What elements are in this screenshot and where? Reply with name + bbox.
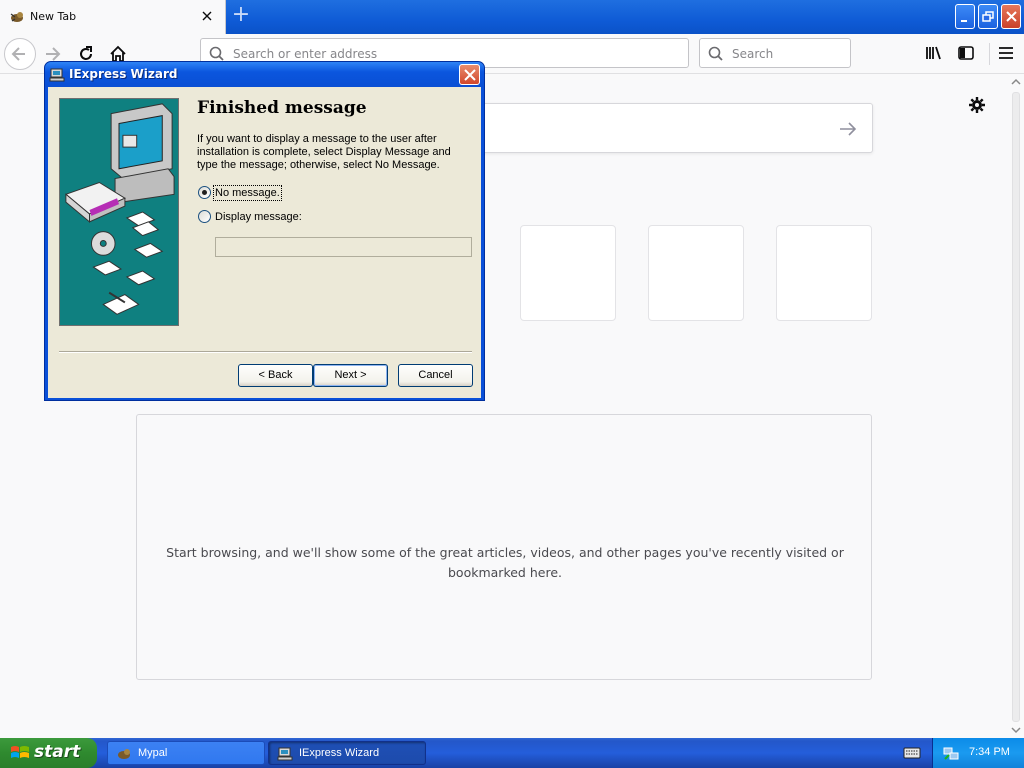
back-button[interactable] (4, 38, 36, 70)
tab-title: New Tab (30, 10, 77, 23)
no-message-label[interactable]: No message. (213, 185, 282, 201)
dialog-titlebar[interactable]: IExpress Wizard (45, 62, 484, 87)
display-message-radio[interactable] (198, 210, 211, 223)
taskbar-item-label: IExpress Wizard (299, 747, 380, 759)
top-site-tile[interactable] (776, 225, 872, 321)
vertical-scrollbar[interactable] (1008, 74, 1024, 738)
dialog-close-button[interactable] (459, 64, 480, 85)
library-icon[interactable] (925, 44, 943, 62)
restore-button[interactable] (978, 4, 998, 29)
search-bar-placeholder: Search (732, 47, 774, 61)
iexpress-icon (49, 68, 65, 82)
close-icon (464, 69, 476, 81)
iexpress-wizard-dialog: IExpress Wizard Finished message If you … (44, 61, 485, 401)
iexpress-icon (277, 747, 293, 761)
wizard-heading: Finished message (197, 98, 367, 118)
next-button[interactable]: Next > (313, 364, 388, 387)
wizard-description: If you want to display a message to the … (197, 133, 451, 171)
window-close-button[interactable] (1001, 4, 1021, 29)
dialog-separator (59, 351, 472, 353)
message-text-field[interactable] (215, 237, 472, 257)
highlights-empty-message: Start browsing, and we'll show some of t… (166, 545, 844, 580)
taskbar-item-iexpress-wizard[interactable]: IExpress Wizard (268, 741, 426, 765)
toolbar-separator (989, 43, 990, 65)
search-icon (209, 46, 224, 61)
display-message-label[interactable]: Display message: (215, 211, 302, 223)
top-site-tile[interactable] (648, 225, 744, 321)
scrollbar-thumb[interactable] (1012, 92, 1020, 722)
gear-icon[interactable] (968, 96, 986, 114)
cancel-button[interactable]: Cancel (398, 364, 473, 387)
arrow-right-icon[interactable] (838, 119, 858, 139)
keyboard-icon[interactable] (903, 746, 921, 760)
restore-icon (982, 11, 994, 22)
new-tab-button[interactable]: + (230, 4, 252, 27)
minimize-button[interactable] (955, 4, 975, 29)
taskbar-item-label: Mypal (138, 747, 168, 759)
start-button[interactable]: start (0, 738, 97, 768)
network-icon[interactable] (943, 745, 959, 761)
hamburger-menu-icon[interactable] (997, 44, 1015, 62)
dialog-body: Finished message If you want to display … (48, 87, 481, 398)
taskbar-item-mypal[interactable]: Mypal (107, 741, 265, 765)
back-arrow-icon (11, 47, 25, 61)
system-tray: 7:34 PM (932, 738, 1024, 768)
highlights-section: Start browsing, and we'll show some of t… (136, 414, 872, 680)
search-icon (708, 46, 723, 61)
minimize-icon (961, 20, 967, 22)
tab-close-icon[interactable] (199, 8, 215, 24)
wizard-computer-illustration (59, 98, 179, 326)
address-bar-placeholder: Search or enter address (233, 47, 378, 61)
windows-logo-icon (11, 746, 29, 758)
mypal-favicon-icon (10, 12, 23, 22)
back-button[interactable]: < Back (238, 364, 313, 387)
scroll-up-arrow-icon[interactable] (1010, 76, 1022, 88)
scroll-down-arrow-icon[interactable] (1010, 724, 1022, 736)
windows-taskbar: start Mypal IExpress Wizard 7:34 PM (0, 738, 1024, 768)
close-icon (1006, 11, 1017, 22)
start-label: start (34, 742, 81, 762)
search-bar[interactable]: Search (699, 38, 851, 68)
sidebar-icon[interactable] (957, 44, 975, 62)
clock: 7:34 PM (969, 746, 1010, 758)
mypal-icon (118, 749, 130, 759)
newtab-search-box[interactable] (440, 103, 873, 153)
dialog-title: IExpress Wizard (69, 67, 178, 81)
no-message-radio[interactable] (198, 186, 211, 199)
top-site-tile[interactable] (520, 225, 616, 321)
browser-titlebar: New Tab + (0, 0, 1024, 34)
tab-new-tab[interactable]: New Tab (0, 0, 226, 34)
